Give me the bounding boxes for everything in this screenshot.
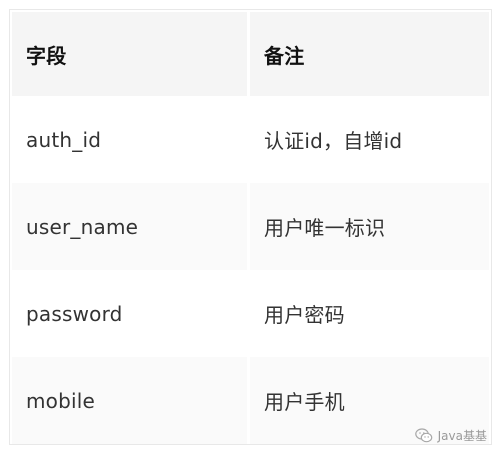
cell-field-name: auth_id — [12, 96, 250, 183]
table-row: password 用户密码 — [12, 270, 489, 357]
table-row: auth_id 认证id，自增id — [12, 96, 489, 183]
wechat-icon — [414, 428, 433, 443]
header-field: 字段 — [12, 12, 250, 96]
watermark-text: Java基基 — [437, 429, 487, 443]
header-note: 备注 — [250, 12, 489, 96]
cell-field-name: password — [12, 270, 250, 357]
cell-field-name: mobile — [12, 357, 250, 444]
cell-note: 用户唯一标识 — [250, 183, 489, 270]
field-table: 字段 备注 auth_id 认证id，自增id user_name 用户唯一标识… — [12, 12, 489, 444]
cell-note: 用户密码 — [250, 270, 489, 357]
table-header-row: 字段 备注 — [12, 12, 489, 96]
watermark: Java基基 — [414, 427, 487, 444]
cell-note: 认证id，自增id — [250, 96, 489, 183]
table-row: user_name 用户唯一标识 — [12, 183, 489, 270]
cell-field-name: user_name — [12, 183, 250, 270]
